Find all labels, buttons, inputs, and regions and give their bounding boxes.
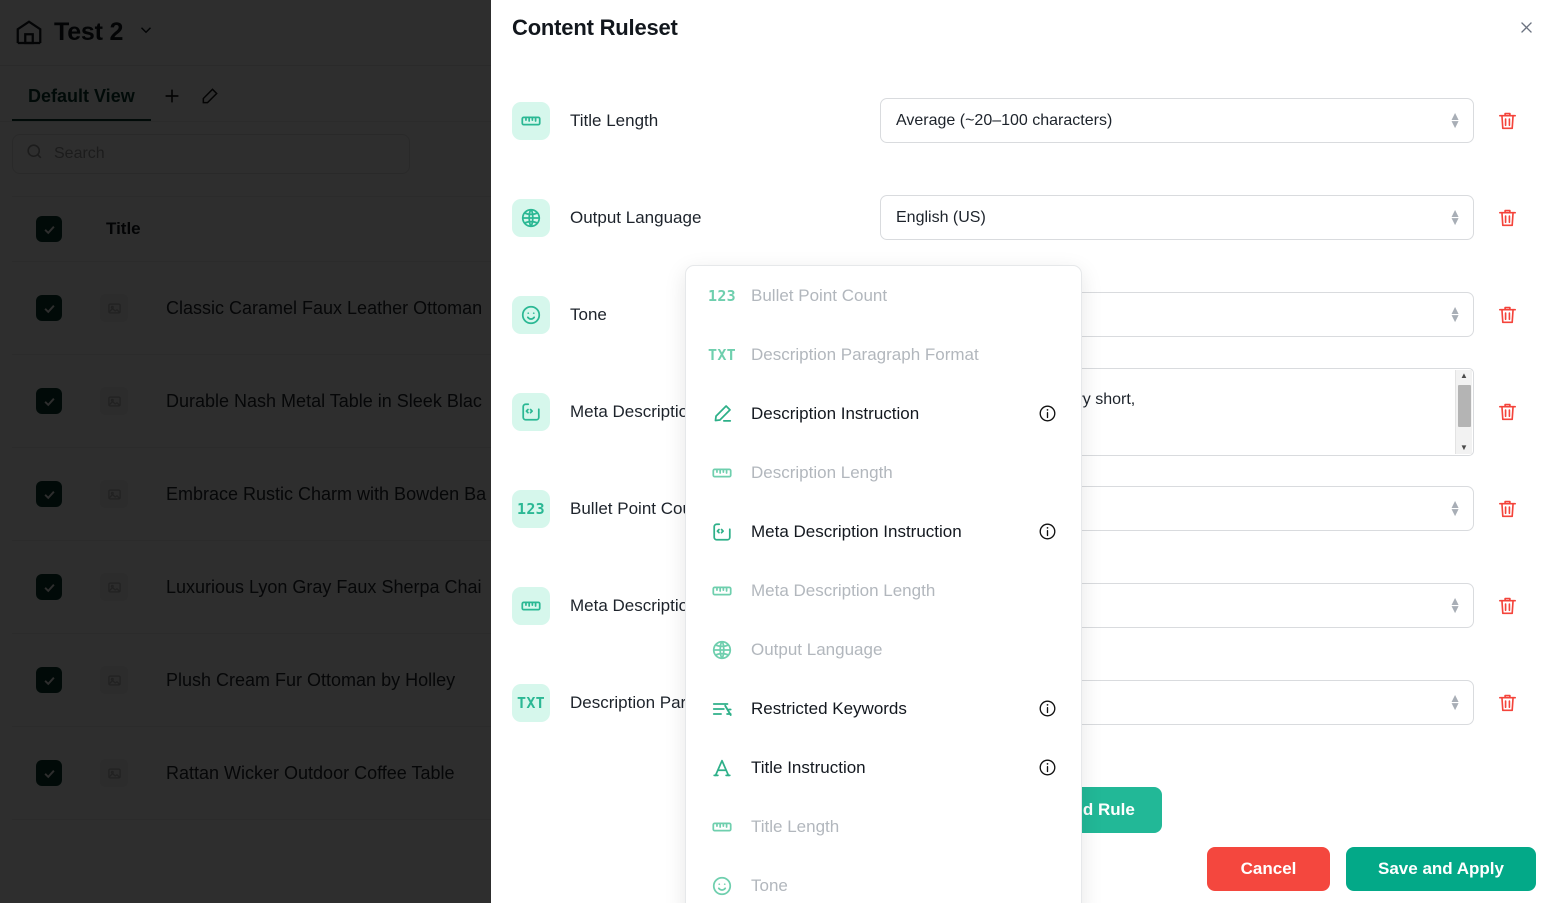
globe-icon xyxy=(708,639,736,661)
menu-item-description-instruction[interactable]: Description Instruction xyxy=(686,384,1081,443)
123-icon: 123 xyxy=(512,490,550,528)
select-stepper-icon[interactable]: ▲▼ xyxy=(1449,501,1461,517)
ruler-icon xyxy=(708,580,736,602)
menu-item-label: Output Language xyxy=(736,640,1057,660)
info-icon[interactable] xyxy=(1038,522,1057,541)
ruler-icon xyxy=(512,102,550,140)
info-icon[interactable] xyxy=(1038,758,1057,777)
menu-item-title-instruction[interactable]: Title Instruction xyxy=(686,738,1081,797)
rule-field: Average (~20–100 characters) ▲▼ xyxy=(880,98,1474,143)
delete-rule-button[interactable] xyxy=(1495,206,1519,230)
meta-code-icon xyxy=(512,393,550,431)
smiley-icon xyxy=(708,875,736,897)
select-stepper-icon[interactable]: ▲▼ xyxy=(1449,307,1461,323)
rule-select-value: Average (~20–100 characters) xyxy=(896,112,1112,130)
save-and-apply-button[interactable]: Save and Apply xyxy=(1346,847,1536,891)
menu-item-label: Meta Description Length xyxy=(736,581,1057,601)
menu-item-label: Description Length xyxy=(736,463,1057,483)
menu-item-description-length: Description Length xyxy=(686,443,1081,502)
menu-item-label: Title Length xyxy=(736,817,1057,837)
info-icon[interactable] xyxy=(1038,699,1057,718)
cancel-button[interactable]: Cancel xyxy=(1207,847,1330,891)
delete-rule-button[interactable] xyxy=(1495,400,1519,424)
smiley-icon xyxy=(512,296,550,334)
123-icon: 123 xyxy=(708,287,736,305)
select-stepper-icon[interactable]: ▲▼ xyxy=(1449,113,1461,129)
scroll-down-icon[interactable]: ▼ xyxy=(1460,444,1468,452)
textarea-scrollbar[interactable]: ▲ ▼ xyxy=(1455,370,1472,454)
select-stepper-icon[interactable]: ▲▼ xyxy=(1449,598,1461,614)
menu-item-label: Description Paragraph Format xyxy=(736,345,1057,365)
modal-header: Content Ruleset xyxy=(491,0,1558,56)
menu-item-meta-description-length: Meta Description Length xyxy=(686,561,1081,620)
letter-a-icon xyxy=(708,757,736,779)
rule-select-value: English (US) xyxy=(896,209,986,227)
menu-item-label: Bullet Point Count xyxy=(736,286,1057,306)
menu-item-label: Description Instruction xyxy=(736,404,1038,424)
delete-rule-button[interactable] xyxy=(1495,109,1519,133)
select-stepper-icon[interactable]: ▲▼ xyxy=(1449,210,1461,226)
scrollbar-thumb[interactable] xyxy=(1458,385,1471,427)
menu-item-title-length: Title Length xyxy=(686,797,1081,856)
menu-item-meta-description-instruction[interactable]: Meta Description Instruction xyxy=(686,502,1081,561)
delete-rule-button[interactable] xyxy=(1495,303,1519,327)
menu-item-output-language: Output Language xyxy=(686,620,1081,679)
rule-label: Title Length xyxy=(550,111,880,131)
ruler-icon xyxy=(708,816,736,838)
add-rule-dropdown-menu: 123 Bullet Point Count TXT Description P… xyxy=(685,265,1082,903)
globe-icon xyxy=(512,199,550,237)
restricted-keywords-icon xyxy=(708,698,736,720)
menu-item-restricted-keywords[interactable]: Restricted Keywords xyxy=(686,679,1081,738)
delete-rule-button[interactable] xyxy=(1495,497,1519,521)
menu-item-label: Meta Description Instruction xyxy=(736,522,1038,542)
menu-item-bullet-point-count: 123 Bullet Point Count xyxy=(686,266,1081,325)
info-icon[interactable] xyxy=(1038,404,1057,423)
meta-code-icon xyxy=(708,521,736,543)
menu-item-description-paragraph-format: TXT Description Paragraph Format xyxy=(686,325,1081,384)
select-stepper-icon[interactable]: ▲▼ xyxy=(1449,695,1461,711)
rule-field: English (US) ▲▼ xyxy=(880,195,1474,240)
txt-icon: TXT xyxy=(708,346,736,364)
delete-rule-button[interactable] xyxy=(1495,594,1519,618)
modal-footer: Cancel Save and Apply xyxy=(1207,847,1536,891)
scroll-up-icon[interactable]: ▲ xyxy=(1460,372,1468,380)
delete-rule-button[interactable] xyxy=(1495,691,1519,715)
txt-icon: TXT xyxy=(512,684,550,722)
rule-select[interactable]: Average (~20–100 characters) xyxy=(880,98,1474,143)
pencil-icon xyxy=(708,403,736,425)
rule-label: Output Language xyxy=(550,208,880,228)
menu-item-label: Tone xyxy=(736,876,1057,896)
ruler-icon xyxy=(512,587,550,625)
menu-item-tone: Tone xyxy=(686,856,1081,903)
rule-row: Output Language English (US) ▲▼ xyxy=(491,169,1558,266)
page-title: Content Ruleset xyxy=(512,15,678,41)
menu-item-label: Title Instruction xyxy=(736,758,1038,778)
menu-item-label: Restricted Keywords xyxy=(736,699,1038,719)
ruler-icon xyxy=(708,462,736,484)
close-icon[interactable] xyxy=(1512,13,1540,41)
rule-row: Title Length Average (~20–100 characters… xyxy=(491,72,1558,169)
rule-select[interactable]: English (US) xyxy=(880,195,1474,240)
